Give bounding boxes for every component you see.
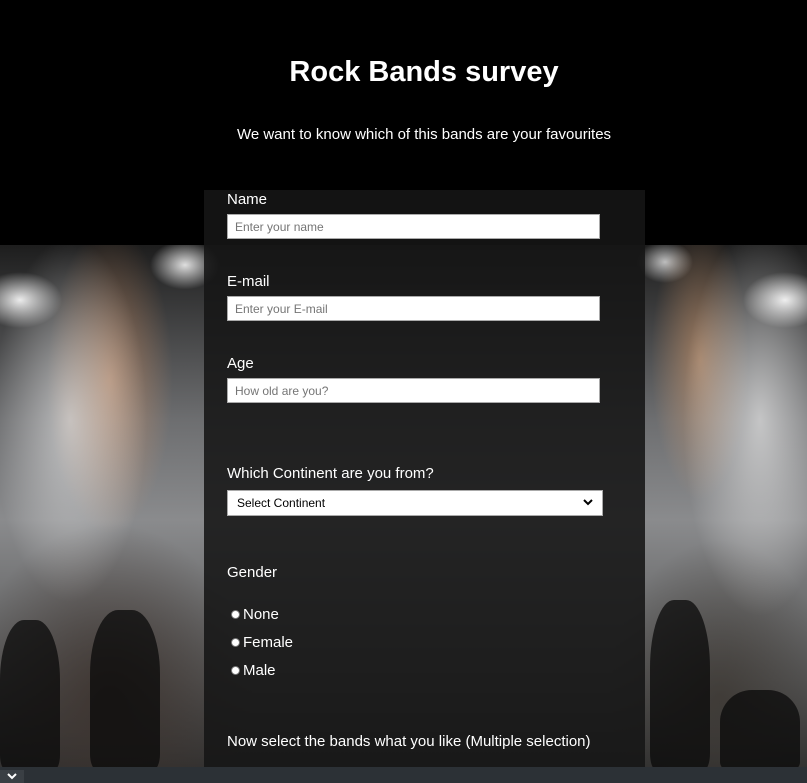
gender-option-male[interactable]: Male [231, 662, 276, 679]
radio-button[interactable] [231, 610, 240, 619]
gender-label: Gender [227, 564, 278, 581]
gender-option-none[interactable]: None [231, 606, 279, 623]
gender-option-label: None [243, 606, 279, 623]
chevron-down-icon[interactable] [0, 770, 24, 783]
name-input[interactable] [227, 214, 600, 239]
continent-select[interactable]: Select Continent [227, 490, 603, 516]
gender-option-label: Female [243, 634, 294, 651]
crowd-silhouette [720, 690, 800, 770]
form-header-area [204, 0, 645, 190]
continent-label: Which Continent are you from? [227, 465, 434, 482]
page: Rock Bands survey We want to know which … [0, 0, 807, 783]
radio-button[interactable] [231, 666, 240, 675]
gender-option-label: Male [243, 662, 276, 679]
gender-option-female[interactable]: Female [231, 634, 293, 651]
bottom-toolbar [0, 767, 807, 783]
crowd-silhouette [90, 610, 160, 770]
email-input[interactable] [227, 296, 600, 321]
age-input[interactable] [227, 378, 600, 403]
radio-button[interactable] [231, 638, 240, 647]
page-description: We want to know which of this bands are … [236, 126, 612, 143]
continent-select-value: Select Continent [237, 496, 326, 510]
age-label: Age [227, 355, 254, 372]
crowd-silhouette [0, 620, 60, 770]
name-label: Name [227, 191, 268, 208]
page-title: Rock Bands survey [289, 56, 559, 88]
chevron-down-icon [583, 497, 593, 509]
email-label: E-mail [227, 273, 270, 290]
bands-label: Now select the bands what you like (Mult… [227, 733, 591, 750]
crowd-silhouette [650, 600, 710, 770]
